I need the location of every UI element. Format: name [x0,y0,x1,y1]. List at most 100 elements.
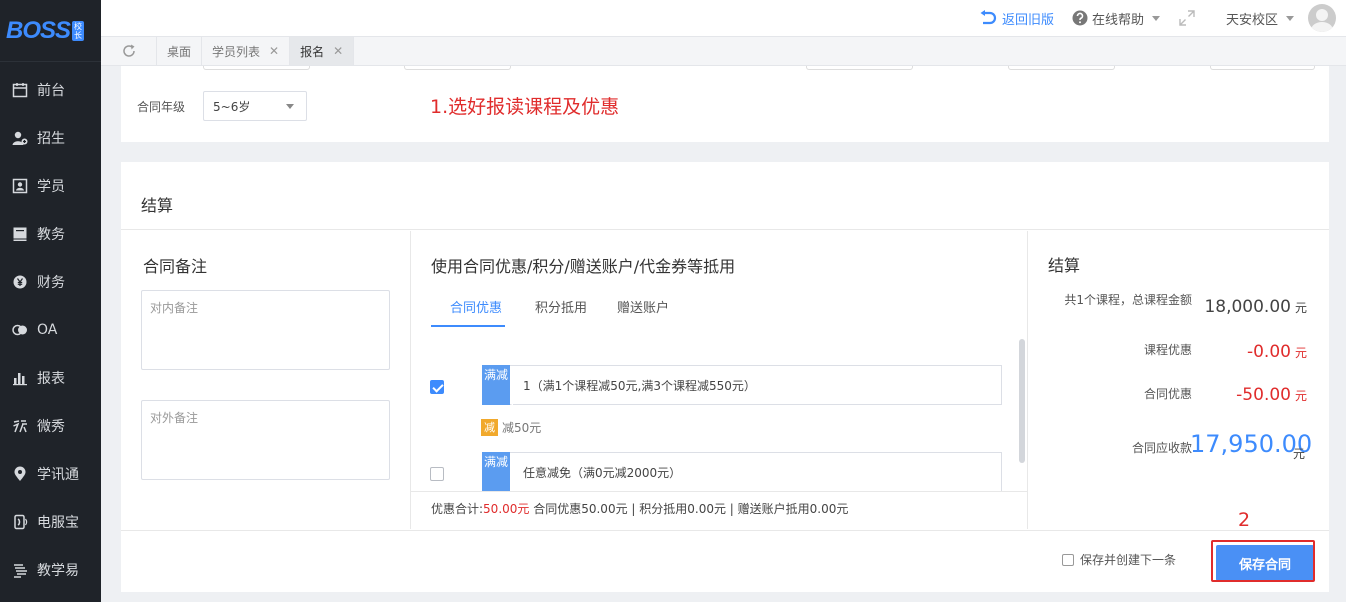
divider [411,491,1027,492]
sidebar-item-label: 学讯通 [37,467,79,483]
question-icon [1072,10,1088,26]
annotation-step-2: 2 [1238,509,1251,531]
sidebar-item-xuexuntong[interactable]: 学讯通 [0,450,101,498]
tab-gift-account[interactable]: 赠送账户 [617,290,669,327]
coupon-checkbox[interactable] [430,380,444,394]
field-stub[interactable] [404,66,511,70]
coupon-checkbox[interactable] [430,467,444,481]
internal-note-input[interactable]: 对内备注 [141,290,390,370]
save-and-new-checkbox[interactable]: 保存并创建下一条 [1062,551,1176,568]
tab-contract-discount[interactable]: 合同优惠 [431,290,506,327]
sidebar-item-front-desk[interactable]: 前台 [0,66,101,114]
external-note-input[interactable]: 对外备注 [141,400,390,480]
sidebar-item-oa[interactable]: OA [0,306,101,354]
field-stub[interactable] [1210,66,1315,70]
coupon-item[interactable]: 满减 1（满1个课程减50元,满3个课程减550元） [482,364,1002,405]
tab-label: 报名 [300,44,325,59]
receivable-label: 合同应收款 [1131,441,1192,455]
sidebar-item-label: 报表 [37,371,65,387]
field-stub[interactable] [203,66,310,70]
book-icon [12,226,28,242]
discount-summary-rest: 合同优惠50.00元 | 积分抵用0.00元 | 赠送账户抵用0.00元 [529,502,849,516]
currency-unit: 元 [1294,389,1307,403]
online-help-menu[interactable]: 在线帮助 [1072,9,1160,28]
sidebar-item-academic[interactable]: 教务 [0,210,101,258]
column-divider [1027,231,1028,529]
sidebar-item-label: 前台 [37,83,65,99]
sidebar-item-jiaoxueyi[interactable]: 教学易 [0,546,101,594]
chevron-down-icon [286,104,294,109]
annotation-step-1: 1.选好报读课程及优惠 [430,96,620,118]
sidebar-item-reports[interactable]: 报表 [0,354,101,402]
top-header: 返回旧版 在线帮助 天安校区 [101,0,1346,36]
coupon-list[interactable]: 满减 1（满1个课程减50元,满3个课程减550元） 减 减50元 满减 任意减… [411,339,1027,491]
settlement-card: 结算 合同备注 对内备注 对外备注 使用合同优惠/积分/赠送账户/代金券等抵用 … [121,162,1329,592]
online-help-label: 在线帮助 [1091,12,1144,28]
sidebar-item-students[interactable]: 学员 [0,162,101,210]
back-to-old-label: 返回旧版 [1001,12,1054,28]
coupon-badge: 满减 [482,451,513,491]
logo-text: BOSS [6,16,71,44]
course-discount-amount: -0.00 [1246,342,1291,362]
close-icon[interactable]: ✕ [269,44,279,58]
contract-discount-value: -50.00 元 [1167,385,1307,405]
logo[interactable]: BOSS 校长 [0,0,101,62]
location-pin-icon [12,466,28,482]
scrollbar[interactable] [1019,339,1025,463]
sidebar-item-label: 教务 [37,227,65,243]
coupon-item[interactable]: 满减 任意减免（满0元减2000元） [482,451,1002,491]
tab-label: 学员列表 [212,44,261,59]
reduce-text: 减50元 [502,421,542,435]
discount-summary: 优惠合计:50.00元 合同优惠50.00元 | 积分抵用0.00元 | 赠送账… [431,500,848,517]
tab-student-list[interactable]: 学员列表 ✕ [202,37,291,65]
sidebar-item-weixiu[interactable]: 微秀 [0,402,101,450]
contract-grade-label: 合同年级 [137,100,186,114]
logo-tag: 校长 [72,20,85,41]
save-contract-button[interactable]: 保存合同 [1216,545,1314,581]
sidebar: BOSS 校长 前台 招生 学员 教务 财务 OA 报表 微秀 学讯通 电服宝 [0,0,101,602]
contract-grade-select[interactable]: 5~6岁 [203,91,307,121]
field-stub[interactable] [1008,66,1115,70]
tab-bar: 桌面 学员列表 ✕ 报名 ✕ [101,36,1346,66]
settlement-summary-title: 结算 [1048,256,1081,275]
toggle-icon [12,322,28,338]
divider [121,229,1329,230]
discount-summary-prefix: 优惠合计: [431,502,484,516]
sidebar-item-finance[interactable]: 财务 [0,258,101,306]
bar-chart-icon [12,370,28,386]
back-to-old-version-link[interactable]: 返回旧版 [979,9,1054,28]
refresh-button[interactable] [101,37,157,65]
user-add-icon [12,130,28,146]
contract-grade-value: 5~6岁 [213,99,251,114]
chevron-down-icon [1151,15,1160,21]
fullscreen-button[interactable] [1178,9,1196,27]
refresh-icon [121,43,137,59]
tab-points[interactable]: 积分抵用 [535,290,587,327]
discount-summary-total: 50.00元 [483,502,530,516]
discount-tabs: 合同优惠 积分抵用 赠送账户 [431,290,699,327]
sidebar-item-label: 教学易 [37,563,79,579]
coupon-badge: 满减 [482,364,513,405]
sidebar-item-dianfubao[interactable]: 电服宝 [0,498,101,546]
calendar-icon [12,82,28,98]
save-and-new-label: 保存并创建下一条 [1080,553,1177,567]
close-icon[interactable]: ✕ [333,44,343,58]
currency-unit: 元 [1294,346,1307,360]
campus-switcher[interactable]: 天安校区 [1226,9,1294,28]
sidebar-item-label: 招生 [37,131,65,147]
field-stub[interactable] [806,66,913,70]
coupon-text: 任意减免（满0元减2000元） [523,465,682,480]
checkbox-box[interactable] [1062,553,1074,566]
teaching-icon [12,562,28,578]
yen-coin-icon [12,274,28,290]
id-card-icon [12,178,28,194]
expand-icon [1178,9,1196,27]
tab-enroll[interactable]: 报名 ✕ [290,37,355,65]
tab-desktop[interactable]: 桌面 [157,37,203,65]
avatar[interactable] [1308,4,1336,32]
sidebar-item-enrollment[interactable]: 招生 [0,114,101,162]
currency-unit: 元 [1294,301,1307,315]
chevron-down-icon [1286,15,1294,21]
course-total-value: 18,000.00 元 [1167,297,1307,317]
reduce-tag: 减 [481,419,498,436]
